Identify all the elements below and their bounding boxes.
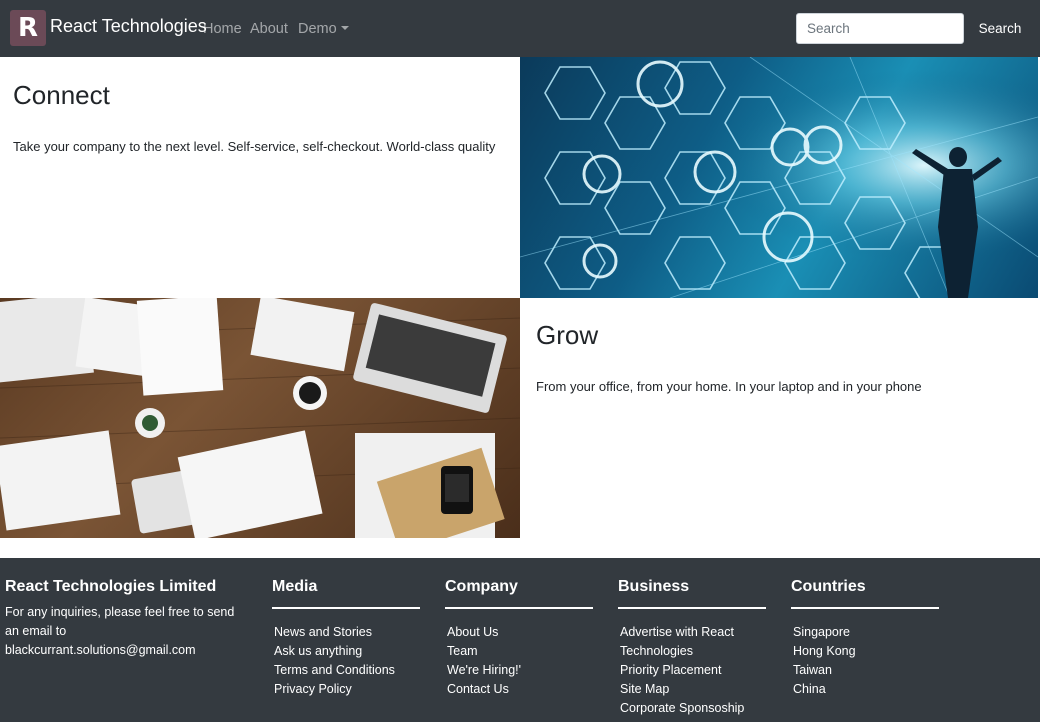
- footer-link[interactable]: Privacy Policy: [272, 680, 420, 699]
- footer-media-title: Media: [272, 578, 318, 595]
- nav-demo-dropdown[interactable]: Demo: [298, 21, 349, 37]
- chevron-down-icon: [340, 26, 349, 30]
- footer-divider: [272, 607, 420, 609]
- footer-business-column: Business Advertise with React Technologi…: [618, 578, 768, 718]
- footer-link[interactable]: Advertise with React Technologies: [618, 623, 768, 661]
- footer-link[interactable]: Priority Placement: [618, 661, 768, 680]
- footer-company-title: Company: [445, 578, 518, 595]
- grow-text: From your office, from your home. In you…: [536, 379, 922, 394]
- footer-divider: [791, 607, 939, 609]
- footer-countries-title: Countries: [791, 578, 866, 595]
- brand-logo[interactable]: R: [10, 10, 46, 46]
- footer-divider: [618, 607, 766, 609]
- office-desk-image: [0, 298, 520, 538]
- grow-title: Grow: [536, 320, 599, 350]
- footer-media-column: Media News and Stories Ask us anything T…: [272, 578, 420, 699]
- footer-link[interactable]: Terms and Conditions: [272, 661, 420, 680]
- footer-company-name: React Technologies Limited: [5, 578, 217, 595]
- connect-title: Connect: [13, 80, 110, 110]
- footer-company-column: Company About Us Team We're Hiring!' Con…: [445, 578, 593, 699]
- nav-about-link[interactable]: About: [250, 21, 288, 37]
- search-button[interactable]: Search: [970, 13, 1030, 44]
- nav-home-link[interactable]: Home: [203, 21, 242, 37]
- footer-link[interactable]: Singapore: [791, 623, 939, 642]
- search-input[interactable]: [796, 13, 964, 44]
- brand-name[interactable]: React Technologies: [50, 16, 207, 37]
- logo-glyph: R: [17, 13, 39, 43]
- footer-link[interactable]: Hong Kong: [791, 642, 939, 661]
- footer-link[interactable]: Team: [445, 642, 593, 661]
- footer-contact-text: For any inquiries, please feel free to s…: [5, 605, 235, 657]
- nav-demo-label: Demo: [298, 21, 337, 37]
- footer-divider: [445, 607, 593, 609]
- footer-about: React Technologies Limited For any inqui…: [5, 578, 245, 660]
- footer-link[interactable]: China: [791, 680, 939, 699]
- footer-countries-column: Countries Singapore Hong Kong Taiwan Chi…: [791, 578, 939, 699]
- footer-link[interactable]: We're Hiring!': [445, 661, 593, 680]
- footer-link[interactable]: Site Map: [618, 680, 768, 699]
- footer-link[interactable]: News and Stories: [272, 623, 420, 642]
- footer-link[interactable]: Taiwan: [791, 661, 939, 680]
- grow-section: Grow From your office, from your home. I…: [536, 320, 922, 394]
- network-technology-image: [520, 57, 1038, 298]
- connect-text: Take your company to the next level. Sel…: [13, 139, 496, 154]
- footer-link[interactable]: Ask us anything: [272, 642, 420, 661]
- navbar: R React Technologies Home About Demo Sea…: [0, 0, 1040, 57]
- footer-business-title: Business: [618, 578, 690, 595]
- footer: React Technologies Limited For any inqui…: [0, 558, 1040, 722]
- footer-link[interactable]: Corporate Sponsoship: [618, 699, 768, 718]
- footer-link[interactable]: About Us: [445, 623, 593, 642]
- connect-section: Connect Take your company to the next le…: [13, 80, 495, 154]
- footer-link[interactable]: Contact Us: [445, 680, 593, 699]
